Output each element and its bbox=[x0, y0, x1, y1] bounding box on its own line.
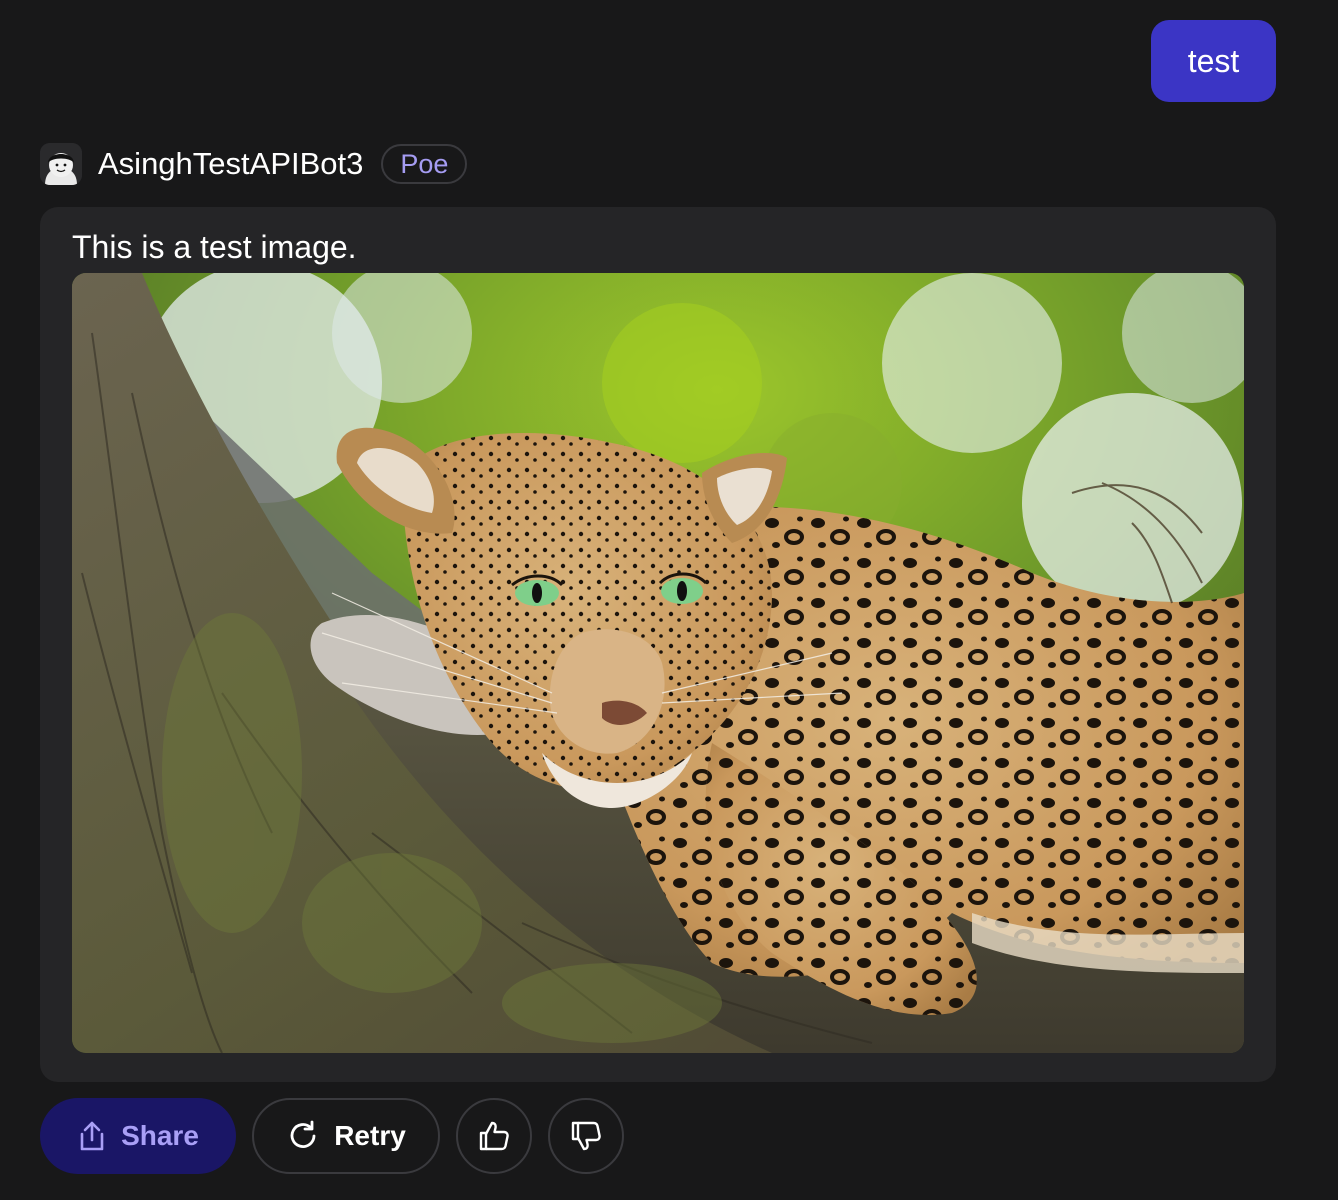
thumbs-down-icon bbox=[569, 1119, 603, 1153]
chat-page: test AsinghTestAPIBot3 Poe This is a tes… bbox=[0, 0, 1338, 1200]
retry-label: Retry bbox=[334, 1120, 406, 1151]
bot-message-card: This is a test image. bbox=[40, 207, 1276, 1082]
cartoon-face-icon bbox=[40, 143, 82, 185]
share-label: Share bbox=[121, 1120, 199, 1151]
bot-message-text: This is a test image. bbox=[72, 229, 357, 265]
share-button[interactable]: Share bbox=[40, 1098, 236, 1174]
dislike-button[interactable] bbox=[548, 1098, 624, 1174]
retry-icon bbox=[286, 1119, 320, 1153]
poe-badge: Poe bbox=[381, 144, 468, 184]
bot-avatar[interactable] bbox=[40, 143, 82, 185]
leopard-photo bbox=[72, 273, 1244, 1053]
message-actions: Share Retry bbox=[40, 1098, 624, 1174]
user-message-bubble: test bbox=[1151, 20, 1276, 102]
bot-header: AsinghTestAPIBot3 Poe bbox=[40, 143, 468, 185]
user-message-text: test bbox=[1187, 42, 1240, 79]
share-icon bbox=[77, 1120, 107, 1152]
like-button[interactable] bbox=[456, 1098, 532, 1174]
bot-name[interactable]: AsinghTestAPIBot3 bbox=[98, 146, 363, 182]
thumbs-up-icon bbox=[477, 1119, 511, 1153]
retry-button[interactable]: Retry bbox=[252, 1098, 440, 1174]
leopard-image[interactable] bbox=[72, 273, 1244, 1053]
